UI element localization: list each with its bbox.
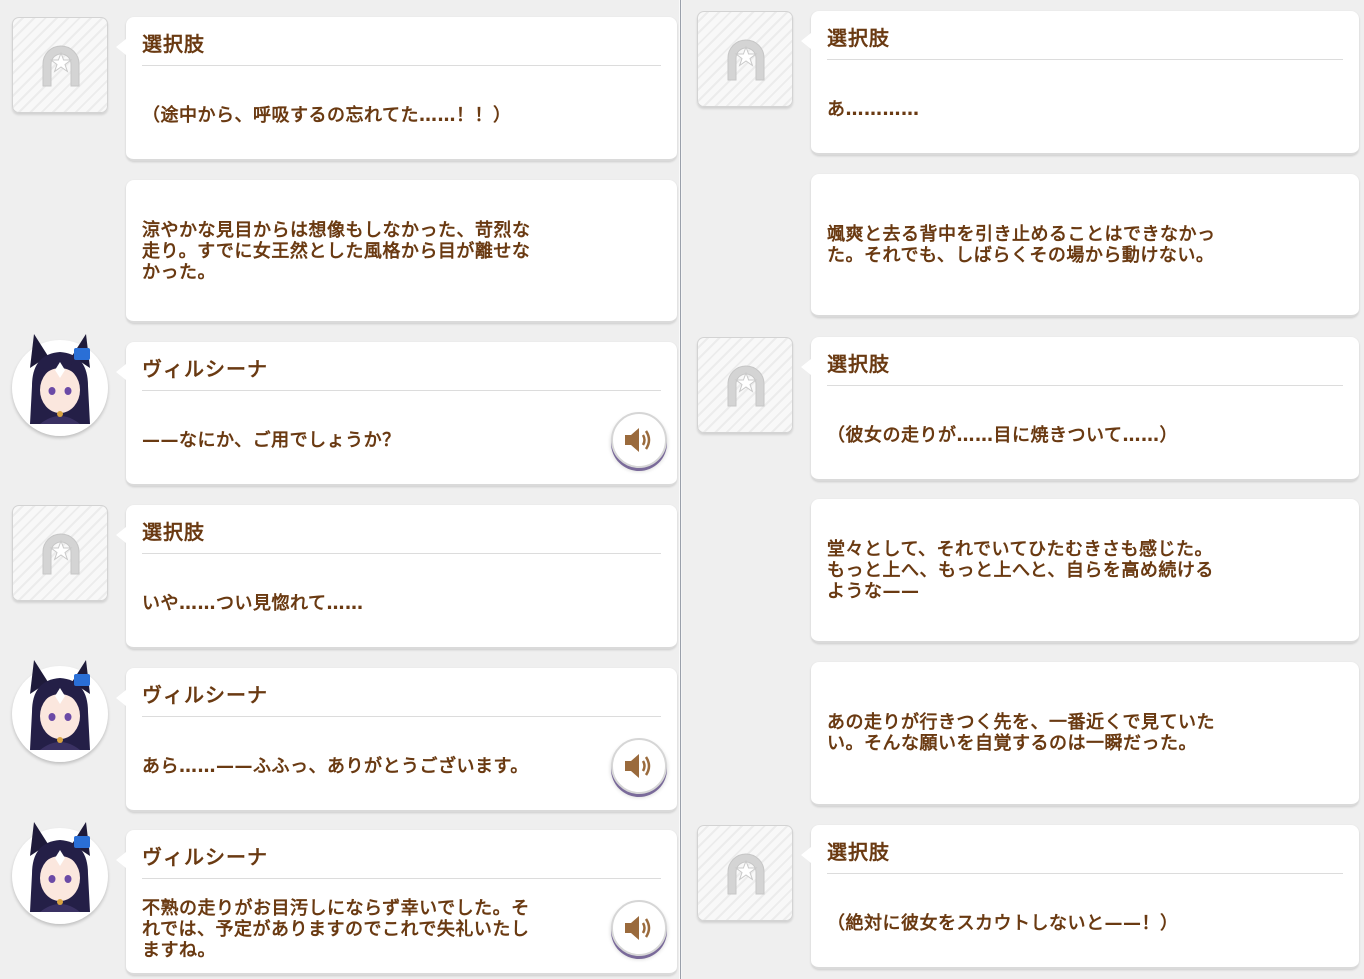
log-entry-narration: 堂々として、それでいてひたむきさも感じた。 もっと上へ、もっと上へと、自らを高め…	[682, 499, 1364, 645]
character-portrait-icon	[14, 822, 106, 922]
speaker-icon	[625, 754, 651, 778]
log-entry-choice: 選択肢 （彼女の走りが……目に焼きついて……）	[682, 335, 1364, 485]
narration-bubble: 涼やかな見目からは想像もしなかった、苛烈な 走り。すでに女王然とした風格から目が…	[126, 180, 677, 323]
dialogue-text: （絶対に彼女をスカウトしないと——！）	[827, 913, 1179, 934]
voice-play-button[interactable]	[611, 412, 667, 468]
choice-avatar	[697, 825, 793, 921]
narration-text: 堂々として、それでいてひたむきさも感じた。 もっと上へ、もっと上へと、自らを高め…	[827, 539, 1214, 602]
horseshoe-star-icon	[42, 45, 80, 87]
horseshoe-star-icon	[42, 533, 80, 575]
bubble-tail	[116, 527, 126, 543]
dialogue-text: （途中から、呼吸するの忘れてた……！！）	[142, 105, 512, 126]
log-entry-choice: 選択肢 いや……つい見惚れて……	[0, 503, 682, 651]
narration-text: あの走りが行きつく先を、一番近くで見ていた い。そんな願いを自覚するのは一瞬だっ…	[827, 712, 1215, 754]
bubble-tail	[801, 33, 811, 49]
speaker-icon	[625, 916, 651, 940]
log-column-right: 選択肢 あ………… 颯爽と去る背中を引き止めることはできなかっ た。それでも、し…	[682, 0, 1364, 979]
speaker-name: ヴィルシーナ	[142, 357, 268, 381]
narration-bubble: あの走りが行きつく先を、一番近くで見ていた い。そんな願いを自覚するのは一瞬だっ…	[811, 662, 1359, 806]
log-entry-choice: 選択肢 あ…………	[682, 9, 1364, 157]
choice-avatar	[697, 337, 793, 433]
bubble-tail	[801, 359, 811, 375]
speaker-divider	[142, 65, 661, 66]
narration-text: 颯爽と去る背中を引き止めることはできなかっ た。それでも、しばらくその場から動け…	[827, 224, 1216, 266]
log-column-left: 選択肢 （途中から、呼吸するの忘れてた……！！） 涼やかな見目からは想像もしなか…	[0, 0, 682, 979]
log-entry-dialogue: ヴィルシーナ あら……——ふふっ、ありがとうございます。	[0, 660, 682, 816]
speaker-divider	[827, 385, 1343, 386]
bubble-tail	[116, 852, 126, 868]
choice-avatar	[697, 11, 793, 107]
character-portrait	[12, 822, 108, 924]
bubble-tail	[116, 690, 126, 706]
bubble-tail	[116, 364, 126, 380]
speaker-divider	[142, 878, 661, 879]
speaker-icon	[625, 428, 651, 452]
choice-avatar	[12, 505, 108, 601]
character-portrait	[12, 334, 108, 436]
speaker-divider	[142, 716, 661, 717]
voice-play-button[interactable]	[611, 900, 667, 956]
speaker-divider	[827, 873, 1343, 874]
dialogue-bubble: 選択肢 （途中から、呼吸するの忘れてた……！！）	[116, 17, 677, 161]
dialogue-bubble: 選択肢 いや……つい見惚れて……	[116, 505, 677, 649]
dialogue-bubble: 選択肢 あ…………	[801, 11, 1359, 155]
bubble-tail	[116, 39, 126, 55]
horseshoe-star-icon	[727, 365, 765, 407]
narration-bubble: 堂々として、それでいてひたむきさも感じた。 もっと上へ、もっと上へと、自らを高め…	[811, 499, 1359, 643]
log-entry-narration: 颯爽と去る背中を引き止めることはできなかっ た。それでも、しばらくその場から動け…	[682, 174, 1364, 319]
dialogue-text: いや……つい見惚れて……	[142, 593, 364, 614]
dialogue-text: あら……——ふふっ、ありがとうございます。	[142, 756, 529, 777]
character-portrait	[12, 660, 108, 762]
speaker-divider	[827, 59, 1343, 60]
dialogue-text: 不熟の走りがお目汚しにならず幸いでした。そ れでは、予定がありますのでこれで失礼…	[142, 898, 530, 961]
choice-avatar	[12, 17, 108, 113]
dialogue-bubble: 選択肢 （絶対に彼女をスカウトしないと——！）	[801, 825, 1359, 969]
speaker-name: 選択肢	[142, 32, 205, 56]
speaker-divider	[142, 553, 661, 554]
log-entry-dialogue: ヴィルシーナ 不熟の走りがお目汚しにならず幸いでした。そ れでは、予定があります…	[0, 822, 682, 979]
log-entry-dialogue: ヴィルシーナ ——なにか、ご用でしょうか？	[0, 334, 682, 490]
speaker-name: ヴィルシーナ	[142, 845, 268, 869]
horseshoe-star-icon	[727, 853, 765, 895]
dialogue-text: あ…………	[827, 99, 920, 120]
narration-text: 涼やかな見目からは想像もしなかった、苛烈な 走り。すでに女王然とした風格から目が…	[142, 220, 531, 283]
character-portrait-icon	[14, 660, 106, 760]
speaker-name: 選択肢	[142, 520, 205, 544]
character-portrait-icon	[14, 334, 106, 434]
speaker-name: 選択肢	[827, 352, 890, 376]
log-entry-narration: あの走りが行きつく先を、一番近くで見ていた い。そんな願いを自覚するのは一瞬だっ…	[682, 662, 1364, 808]
horseshoe-star-icon	[727, 39, 765, 81]
speaker-name: ヴィルシーナ	[142, 683, 268, 707]
dialogue-text: ——なにか、ご用でしょうか？	[142, 430, 401, 451]
dialogue-bubble: ヴィルシーナ あら……——ふふっ、ありがとうございます。	[116, 668, 677, 812]
dialogue-text: （彼女の走りが……目に焼きついて……）	[827, 425, 1178, 446]
dialogue-bubble: ヴィルシーナ ——なにか、ご用でしょうか？	[116, 342, 677, 486]
voice-play-button[interactable]	[611, 738, 667, 794]
narration-bubble: 颯爽と去る背中を引き止めることはできなかっ た。それでも、しばらくその場から動け…	[811, 174, 1359, 317]
log-entry-narration: 涼やかな見目からは想像もしなかった、苛烈な 走り。すでに女王然とした風格から目が…	[0, 180, 682, 325]
speaker-name: 選択肢	[827, 26, 890, 50]
speaker-name: 選択肢	[827, 840, 890, 864]
log-entry-choice: 選択肢 （絶対に彼女をスカウトしないと——！）	[682, 823, 1364, 973]
dialogue-bubble: 選択肢 （彼女の走りが……目に焼きついて……）	[801, 337, 1359, 481]
bubble-tail	[801, 847, 811, 863]
log-entry-choice: 選択肢 （途中から、呼吸するの忘れてた……！！）	[0, 15, 682, 163]
speaker-divider	[142, 390, 661, 391]
dialogue-bubble: ヴィルシーナ 不熟の走りがお目汚しにならず幸いでした。そ れでは、予定があります…	[116, 830, 677, 975]
